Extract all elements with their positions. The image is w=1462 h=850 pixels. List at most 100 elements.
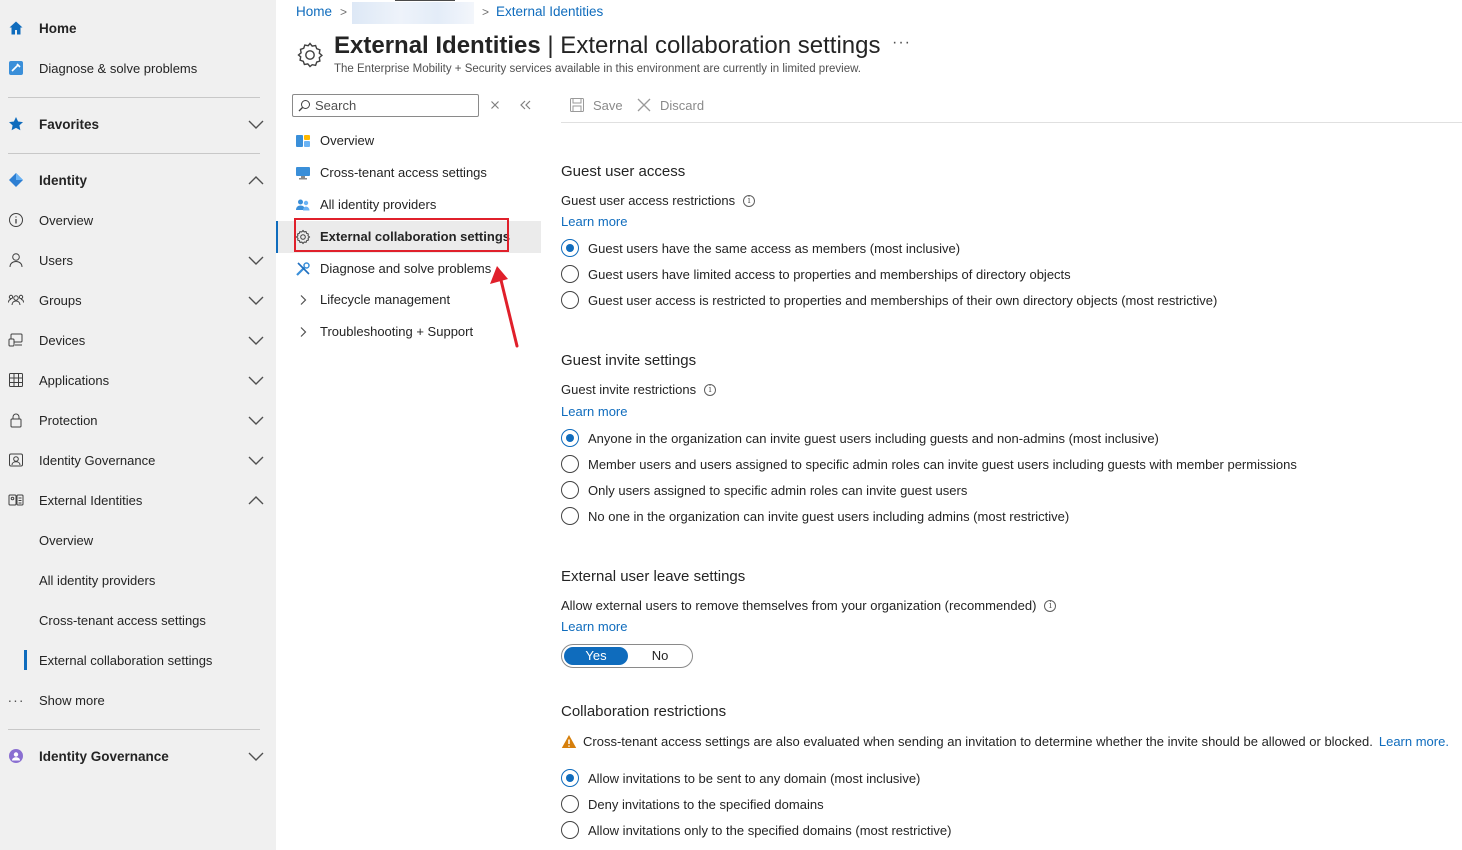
page-title-rest: | External collaboration settings — [540, 32, 881, 59]
menu-item-external-collaboration[interactable]: External collaboration settings — [276, 221, 541, 253]
radio-unselected[interactable] — [561, 481, 579, 499]
nav-ext-overview[interactable]: Overview — [0, 520, 276, 560]
identity-diamond-icon — [8, 172, 24, 188]
leave-settings-label-row: Allow external users to remove themselve… — [561, 598, 1057, 613]
nav-favorites[interactable]: Favorites — [0, 104, 276, 144]
collab-option[interactable]: Allow invitations to be sent to any doma… — [561, 768, 920, 788]
nav-ext-cross-tenant[interactable]: Cross-tenant access settings — [0, 600, 276, 640]
chevron-down-icon — [248, 752, 264, 761]
nav-show-more[interactable]: ··· Show more — [0, 680, 276, 720]
collab-warning-learn-more[interactable]: Learn more. — [1379, 734, 1449, 749]
collab-restrictions-heading: Collaboration restrictions — [561, 703, 727, 720]
radio-unselected[interactable] — [561, 265, 579, 283]
collab-option[interactable]: Deny invitations to the specified domain… — [561, 794, 824, 814]
collab-option[interactable]: Allow invitations only to the specified … — [561, 820, 951, 840]
radio-unselected[interactable] — [561, 455, 579, 473]
radio-selected[interactable] — [561, 429, 579, 447]
lock-icon — [8, 412, 24, 428]
nav-identity-governance[interactable]: Identity Governance — [0, 440, 276, 480]
radio-unselected[interactable] — [561, 821, 579, 839]
radio-label: Deny invitations to the specified domain… — [588, 796, 824, 812]
clear-search-icon[interactable] — [489, 99, 501, 111]
radio-label: Anyone in the organization can invite gu… — [588, 430, 1159, 446]
search-icon — [298, 99, 311, 112]
discard-label: Discard — [660, 97, 705, 113]
nav-diagnose[interactable]: Diagnose & solve problems — [0, 48, 276, 88]
discard-button[interactable]: Discard — [636, 95, 704, 115]
monitor-icon — [295, 165, 311, 181]
guest-access-option[interactable]: Guest user access is restricted to prope… — [561, 290, 1217, 310]
guest-invite-option[interactable]: Member users and users assigned to speci… — [561, 454, 1297, 474]
radio-label: Allow invitations to be sent to any doma… — [588, 770, 921, 786]
nav-diagnose-label: Diagnose & solve problems — [39, 61, 198, 76]
guest-access-option[interactable]: Guest users have the same access as memb… — [561, 238, 960, 258]
nav-ext-collaboration-settings[interactable]: External collaboration settings — [0, 640, 276, 680]
nav-home[interactable]: Home — [0, 8, 276, 48]
wrench-icon — [295, 261, 311, 277]
radio-label: Guest users have limited access to prope… — [588, 266, 1071, 282]
info-icon[interactable]: i — [704, 383, 717, 396]
toggle-yes[interactable]: Yes — [564, 647, 628, 665]
breadcrumb-current[interactable]: External Identities — [496, 4, 603, 19]
info-icon[interactable]: i — [1044, 599, 1057, 612]
nav-item-label: Protection — [39, 413, 98, 428]
info-icon[interactable]: i — [743, 194, 756, 207]
nav-identity-overview[interactable]: Overview — [0, 200, 276, 240]
guest-access-heading: Guest user access — [561, 163, 686, 180]
chevron-down-icon — [248, 296, 264, 305]
chevron-down-icon — [248, 376, 264, 385]
collapse-menu-icon[interactable] — [518, 99, 532, 111]
more-options-button[interactable]: ··· — [892, 34, 911, 52]
guest-access-label-row: Guest user access restrictions i — [561, 193, 756, 208]
nav-item-label: External Identities — [39, 493, 143, 508]
guest-invite-option[interactable]: No one in the organization can invite gu… — [561, 506, 1069, 526]
radio-unselected[interactable] — [561, 507, 579, 525]
breadcrumb-redacted — [352, 2, 474, 24]
nav-sub-item-label: All identity providers — [39, 573, 156, 588]
nav-users[interactable]: Users — [0, 240, 276, 280]
star-icon — [8, 116, 24, 132]
nav-item-label: Overview — [39, 213, 94, 228]
radio-unselected[interactable] — [561, 291, 579, 309]
nav-ext-identity-providers[interactable]: All identity providers — [0, 560, 276, 600]
breadcrumb-redacted-line — [395, 0, 455, 1]
leave-settings-learn-more[interactable]: Learn more — [561, 619, 627, 634]
overview-icon — [295, 133, 311, 149]
nav-home-label: Home — [39, 21, 77, 36]
nav-identity[interactable]: Identity — [0, 160, 276, 200]
left-nav: Home Diagnose & solve problems Favorites… — [0, 0, 276, 850]
menu-item-label: Lifecycle management — [320, 292, 451, 307]
menu-item-cross-tenant[interactable]: Cross-tenant access settings — [276, 157, 541, 189]
guest-invite-label-row: Guest invite restrictions i — [561, 382, 717, 397]
nav-devices[interactable]: Devices — [0, 320, 276, 360]
radio-selected[interactable] — [561, 239, 579, 257]
nav-groups[interactable]: Groups — [0, 280, 276, 320]
search-input[interactable] — [315, 97, 475, 114]
menu-search-box[interactable] — [292, 94, 479, 117]
menu-item-overview[interactable]: Overview — [276, 125, 541, 157]
nav-protection[interactable]: Protection — [0, 400, 276, 440]
chevron-up-icon — [248, 176, 264, 185]
guest-access-option[interactable]: Guest users have limited access to prope… — [561, 264, 1071, 284]
nav-favorites-label: Favorites — [39, 117, 100, 132]
guest-access-learn-more[interactable]: Learn more — [561, 214, 627, 229]
leave-toggle[interactable]: Yes No — [561, 644, 693, 668]
menu-item-label: Troubleshooting + Support — [320, 324, 474, 339]
radio-label: Guest users have the same access as memb… — [588, 240, 961, 256]
guest-invite-option[interactable]: Only users assigned to specific admin ro… — [561, 480, 967, 500]
nav-identity-governance-section[interactable]: Identity Governance — [0, 736, 276, 776]
nav-external-identities[interactable]: External Identities — [0, 480, 276, 520]
nav-applications[interactable]: Applications — [0, 360, 276, 400]
guest-invite-option[interactable]: Anyone in the organization can invite gu… — [561, 428, 1159, 448]
breadcrumb-home[interactable]: Home — [296, 4, 332, 19]
home-icon — [8, 20, 24, 36]
page-title: External Identities | External collabora… — [334, 32, 880, 60]
governance-icon — [8, 452, 24, 468]
toggle-no[interactable]: No — [628, 647, 692, 665]
radio-selected[interactable] — [561, 769, 579, 787]
menu-item-identity-providers[interactable]: All identity providers — [276, 189, 541, 221]
guest-invite-learn-more[interactable]: Learn more — [561, 404, 627, 419]
nav-divider — [8, 97, 260, 98]
save-button[interactable]: Save — [569, 95, 623, 115]
radio-unselected[interactable] — [561, 795, 579, 813]
